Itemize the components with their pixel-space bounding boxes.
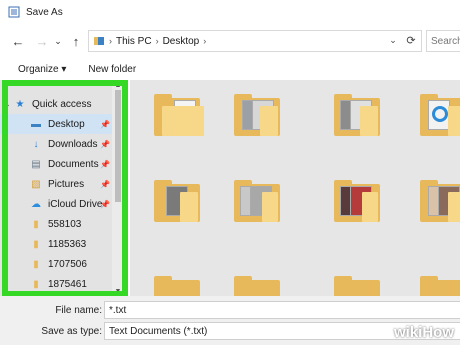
browser-logo-icon [432, 106, 448, 122]
folder-icon: ▮ [33, 278, 39, 290]
star-icon: ★ [15, 98, 25, 110]
sidebar-item-label: 1875461 [48, 278, 87, 290]
scroll-up-icon[interactable]: ▲ [112, 80, 124, 90]
pictures-icon: ▧ [31, 178, 41, 190]
recent-locations-chevron-icon[interactable]: ⌄ [52, 31, 64, 51]
up-arrow-icon[interactable]: ↑ [66, 31, 86, 51]
new-folder-button[interactable]: New folder [88, 64, 136, 75]
breadcrumb-separator: › [109, 36, 112, 46]
folder-tile[interactable] [420, 94, 460, 138]
address-bar[interactable]: › This PC › Desktop › [88, 30, 422, 52]
watermark-logo: wikiHow [393, 324, 454, 341]
save-as-type-label: Save as type: [41, 325, 102, 337]
sidebar-item-label: 1185363 [48, 238, 87, 250]
save-options-panel: File name: *.txt Save as type: Text Docu… [0, 296, 460, 345]
sidebar-item-label: iCloud Drive [48, 198, 103, 210]
scroll-down-icon[interactable]: ▼ [112, 286, 124, 296]
sidebar-item-quick-access[interactable]: ⌄ ★ Quick access [0, 94, 112, 114]
folder-tile[interactable] [334, 180, 384, 224]
back-arrow-icon[interactable]: ← [8, 31, 28, 51]
folder-tile[interactable] [154, 180, 204, 224]
folder-tile[interactable] [154, 94, 204, 138]
sidebar-item-label: Documents [48, 158, 99, 170]
folder-tile[interactable] [154, 276, 204, 296]
desktop-icon: ▬ [31, 118, 41, 130]
file-name-input[interactable]: *.txt [104, 301, 460, 319]
notepad-app-icon [8, 6, 20, 18]
sidebar-item-pictures[interactable]: ▧ Pictures 📌 [0, 174, 112, 194]
sidebar-item-label: 558103 [48, 218, 82, 230]
folder-tile[interactable] [334, 94, 384, 138]
sidebar-item-1707506[interactable]: ▮ 1707506 [0, 254, 112, 274]
folder-icon: ▮ [33, 258, 39, 270]
pin-icon: 📌 [100, 119, 110, 129]
breadcrumb-this-pc[interactable]: This PC [116, 36, 152, 47]
downloads-icon: ↓ [33, 138, 39, 150]
sidebar-item-label: Pictures [48, 178, 85, 190]
navigation-pane: ⌄ ★ Quick access ▬ Desktop 📌 ↓ Downloads… [0, 80, 124, 296]
pin-icon: 📌 [100, 199, 110, 209]
documents-icon: ▤ [31, 158, 41, 170]
pin-icon: 📌 [100, 159, 110, 169]
breadcrumb-separator: › [155, 36, 159, 46]
sidebar-item-1185363[interactable]: ▮ 1185363 [0, 234, 112, 254]
folder-tile[interactable] [334, 276, 384, 296]
scrollbar-thumb[interactable] [115, 90, 121, 202]
search-input[interactable]: Search [426, 30, 460, 52]
refresh-icon[interactable]: ⟳ [404, 33, 418, 47]
folder-icon: ▮ [33, 218, 39, 230]
pin-icon: 📌 [100, 139, 110, 149]
address-row: ← → ⌄ ↑ › This PC › Desktop › ⌄ ⟳ Search [0, 24, 460, 58]
sidebar-item-label: 1707506 [48, 258, 87, 270]
folder-tile[interactable] [234, 94, 284, 138]
folder-tile[interactable] [420, 180, 460, 224]
folder-tile[interactable] [234, 180, 284, 224]
navigation-scrollbar[interactable]: ▲ ▼ [112, 80, 124, 296]
forward-arrow-icon[interactable]: → [32, 31, 52, 51]
sidebar-item-documents[interactable]: ▤ Documents 📌 [0, 154, 112, 174]
pin-icon: 📌 [100, 179, 110, 189]
title-bar: Save As [0, 0, 460, 24]
address-dropdown-icon[interactable]: ⌄ [386, 33, 400, 47]
this-pc-icon [94, 37, 104, 45]
window-title: Save As [26, 6, 63, 18]
sidebar-item-downloads[interactable]: ↓ Downloads 📌 [0, 134, 112, 154]
file-list-area [130, 80, 460, 296]
folder-icon: ▮ [33, 238, 39, 250]
sidebar-item-label: Downloads [48, 138, 98, 150]
sidebar-item-label: Quick access [32, 98, 92, 110]
breadcrumb-desktop[interactable]: Desktop [163, 36, 200, 47]
sidebar-item-1875461[interactable]: ▮ 1875461 [0, 274, 112, 294]
sidebar-item-558103[interactable]: ▮ 558103 [0, 214, 112, 234]
expand-chevron-icon[interactable]: ⌄ [0, 99, 14, 110]
folder-tile[interactable] [234, 276, 284, 296]
cloud-icon: ☁ [31, 198, 41, 210]
organize-button[interactable]: Organize ▾ [18, 64, 66, 75]
folder-tile[interactable] [420, 276, 460, 296]
sidebar-item-label: Desktop [48, 118, 85, 130]
sidebar-item-icloud-drive[interactable]: ☁ iCloud Drive 📌 [0, 194, 112, 214]
breadcrumb-separator: › [203, 36, 207, 46]
file-name-label: File name: [55, 304, 102, 316]
command-toolbar: Organize ▾ New folder [0, 58, 460, 80]
sidebar-item-desktop[interactable]: ▬ Desktop 📌 [0, 114, 112, 134]
